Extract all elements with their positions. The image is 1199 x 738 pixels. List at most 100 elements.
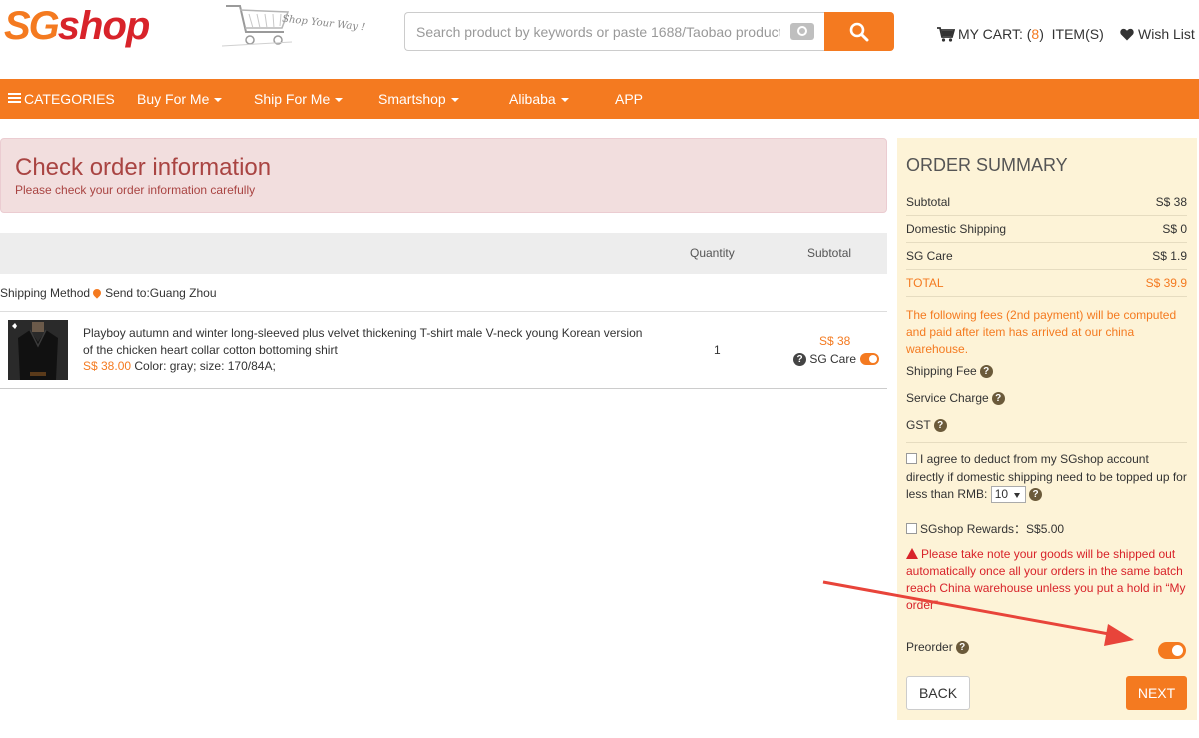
preorder-toggle[interactable] xyxy=(1158,642,1186,659)
heart-icon xyxy=(1120,28,1134,40)
product-thumbnail[interactable] xyxy=(8,320,68,380)
summary-label: TOTAL xyxy=(906,276,944,290)
search-bar xyxy=(404,12,894,51)
shipping-fee-row: Shipping Fee? xyxy=(906,364,993,378)
page-subtitle: Please check your order information care… xyxy=(15,183,256,197)
shipping-warning: Please take note your goods will be ship… xyxy=(906,546,1190,614)
nav-app[interactable]: APP xyxy=(615,79,643,119)
auto-deduct-checkbox[interactable] xyxy=(906,453,917,464)
cart-items-label: ITEM(S) xyxy=(1051,26,1104,42)
shipping-method-row: Shipping Method Send to:Guang Zhou xyxy=(0,274,887,312)
sgshop-rewards: SGshop Rewards：S$5.00 xyxy=(906,520,1064,537)
product-subtotal: S$ 38 xyxy=(819,334,851,348)
my-cart-link[interactable]: MY CART: (8) ITEM(S) xyxy=(937,26,1104,42)
rmb-threshold-value: 10 xyxy=(994,487,1009,502)
question-circle-icon[interactable]: ? xyxy=(955,640,969,654)
summary-value: S$ 0 xyxy=(1162,222,1187,236)
summary-value: S$ 39.9 xyxy=(1145,276,1187,290)
question-circle-icon[interactable]: ? xyxy=(979,364,993,378)
question-circle-icon[interactable]: ? xyxy=(1029,488,1043,502)
nav-smartshop[interactable]: Smartshop xyxy=(378,79,459,119)
next-button[interactable]: NEXT xyxy=(1126,676,1187,710)
camera-icon[interactable] xyxy=(790,23,814,40)
column-header-quantity: Quantity xyxy=(690,246,735,260)
nav-ship-for-me[interactable]: Ship For Me xyxy=(254,79,344,119)
product-attributes: Color: gray; size: 170/84A; xyxy=(134,359,276,373)
main-nav: CATEGORIES Buy For Me Ship For Me Smarts… xyxy=(0,79,1199,119)
divider xyxy=(906,215,1187,216)
chevron-down-icon xyxy=(335,98,344,103)
second-payment-note: The following fees (2nd payment) will be… xyxy=(906,308,1177,356)
rewards-checkbox[interactable] xyxy=(906,523,917,534)
nav-categories-label: CATEGORIES xyxy=(24,91,115,107)
nav-buy-for-me[interactable]: Buy For Me xyxy=(137,79,223,119)
summary-row-subtotal: Subtotal S$ 38 xyxy=(906,195,1187,209)
shipping-warning-text: Please take note your goods will be ship… xyxy=(906,547,1186,612)
summary-row-domestic-shipping: Domestic Shipping S$ 0 xyxy=(906,222,1187,236)
divider xyxy=(906,442,1187,443)
back-button[interactable]: BACK xyxy=(906,676,970,710)
summary-value: S$ 38 xyxy=(1155,195,1187,209)
gst-label: GST xyxy=(906,418,931,432)
shipping-method-label: Shipping Method xyxy=(0,286,91,300)
preorder-row: Preorder? xyxy=(906,640,969,654)
sg-care-toggle[interactable] xyxy=(860,353,880,365)
chevron-down-icon xyxy=(450,98,459,103)
nav-categories[interactable]: CATEGORIES xyxy=(8,79,115,119)
summary-label: Subtotal xyxy=(906,195,951,209)
service-charge-row: Service Charge? xyxy=(906,391,1005,405)
search-input[interactable] xyxy=(404,12,824,51)
order-summary-title: ORDER SUMMARY xyxy=(906,155,1068,175)
rmb-threshold-select[interactable]: 10 xyxy=(990,486,1026,504)
sgshop-logo[interactable]: SG shop xyxy=(4,4,151,48)
sg-care-option: ? SG Care xyxy=(793,352,880,366)
logo-shop-text: shop xyxy=(57,4,151,48)
cart-count-close: ) xyxy=(1039,26,1044,42)
question-circle-icon[interactable]: ? xyxy=(793,352,806,366)
chevron-down-icon xyxy=(214,98,223,103)
product-meta: S$ 38.00 Color: gray; size: 170/84A; xyxy=(83,359,276,373)
sg-care-label: SG Care xyxy=(809,352,857,366)
hamburger-icon xyxy=(8,91,21,105)
check-order-alert: Check order information Please check you… xyxy=(0,138,887,213)
page-title: Check order information xyxy=(15,154,272,181)
product-shirt-image xyxy=(8,320,68,380)
divider xyxy=(906,296,1187,297)
nav-item-label: Buy For Me xyxy=(137,91,210,107)
table-row: Playboy autumn and winter long-sleeved p… xyxy=(0,312,887,389)
preorder-label: Preorder xyxy=(906,640,953,654)
auto-deduct-agreement: I agree to deduct from my SGshop account… xyxy=(906,451,1188,504)
shipping-fee-label: Shipping Fee xyxy=(906,364,977,378)
divider xyxy=(906,242,1187,243)
column-header-subtotal: Subtotal xyxy=(807,246,852,260)
summary-value: S$ 1.9 xyxy=(1152,249,1187,263)
order-table-header: Quantity Subtotal xyxy=(0,233,887,274)
summary-label: SG Care xyxy=(906,249,953,263)
product-title-link[interactable]: Playboy autumn and winter long-sleeved p… xyxy=(83,325,653,359)
nav-alibaba[interactable]: Alibaba xyxy=(509,79,569,119)
cart-count: 8 xyxy=(1031,26,1040,42)
send-to-label: Send to:Guang Zhou xyxy=(105,286,217,300)
gst-row: GST? xyxy=(906,418,947,432)
nav-item-label: Ship For Me xyxy=(254,91,331,107)
search-button[interactable] xyxy=(824,12,894,51)
warning-icon xyxy=(906,548,918,559)
map-pin-icon xyxy=(91,287,103,299)
divider xyxy=(906,269,1187,270)
cart-label: MY CART: xyxy=(958,26,1023,42)
wish-list-label: Wish List xyxy=(1138,26,1195,42)
site-header: SGshop Shop Your Way ! MY CART: (8) ITEM… xyxy=(0,0,1199,79)
question-circle-icon[interactable]: ? xyxy=(991,391,1005,405)
nav-item-label: Smartshop xyxy=(378,91,446,107)
summary-label: Domestic Shipping xyxy=(906,222,1007,236)
summary-row-total: TOTAL S$ 39.9 xyxy=(906,276,1187,290)
nav-item-label: Alibaba xyxy=(509,91,556,107)
product-quantity: 1 xyxy=(714,343,721,357)
search-icon xyxy=(849,22,869,41)
chevron-down-icon xyxy=(560,98,569,103)
auto-deduct-text: I agree to deduct from my SGshop account… xyxy=(906,452,1187,501)
rewards-text: SGshop Rewards：S$5.00 xyxy=(920,522,1065,536)
wish-list-link[interactable]: Wish List xyxy=(1120,26,1195,42)
product-price: S$ 38.00 xyxy=(83,359,132,373)
question-circle-icon[interactable]: ? xyxy=(933,418,947,432)
